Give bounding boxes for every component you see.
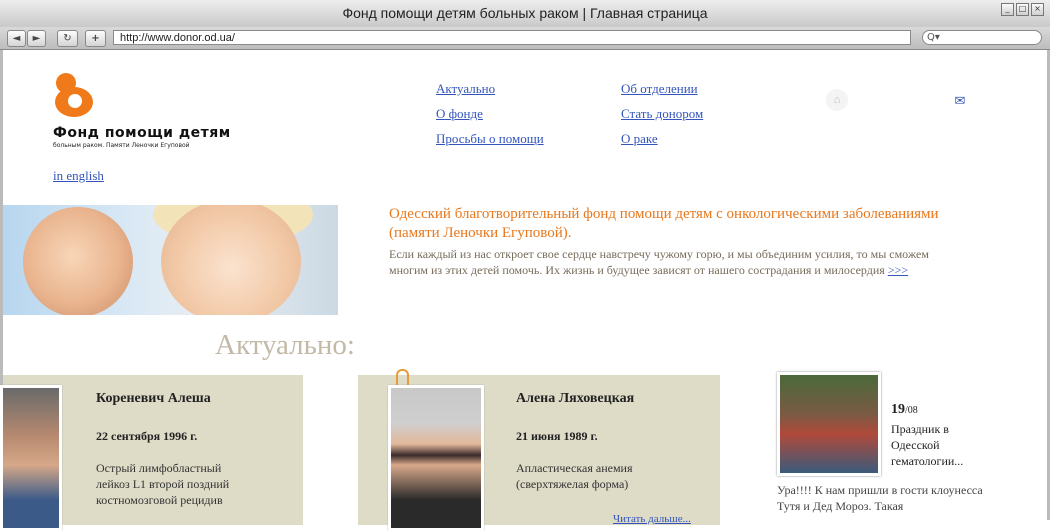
patient-photo[interactable] [0,385,62,531]
section-title: Актуально: [215,329,355,361]
patient-name[interactable]: Алена Ляховецкая [516,391,634,407]
url-input[interactable]: http://www.donor.od.ua/ [113,30,911,45]
news-text: Ура!!!! К нам пришли в гости клоунесса Т… [777,483,983,513]
search-input[interactable]: Q▾ [922,30,1042,45]
logo-title[interactable]: Фонд помощи детям [53,125,231,141]
hero-image [3,205,338,315]
forward-button[interactable]: ► [27,30,46,47]
logo-subtitle: больным раком. Памяти Леночки Егуповой [53,142,190,149]
home-icon[interactable]: ⌂ [826,89,848,111]
patient-birthdate: 21 июня 1989 г. [516,429,598,443]
add-bookmark-button[interactable]: + [85,30,106,47]
news-photo[interactable] [777,372,881,476]
english-link[interactable]: in english [53,168,104,184]
minimize-button[interactable]: _ [1001,3,1014,16]
nav-column-1: Актуально О фонде Просьбы о помощи [436,76,544,151]
news-month: /08 [905,405,918,416]
nav-link-about-cancer[interactable]: О раке [621,131,658,146]
intro-body: Если каждый из нас откроет свое сердце н… [389,247,929,277]
patient-card[interactable]: Алена Ляховецкая 21 июня 1989 г. Апласти… [358,369,725,531]
child-photo-1 [23,207,133,315]
read-more-link[interactable]: Читать дальше... [613,513,691,525]
intro-more-link[interactable]: >>> [888,263,908,277]
intro-title: Одесский благотворительный фонд помощи д… [389,206,939,241]
nav-link-actual[interactable]: Актуально [436,81,495,96]
intro-text: Если каждый из нас откроет свое сердце н… [389,246,949,278]
close-button[interactable]: × [1031,3,1044,16]
nav-link-become-donor[interactable]: Стать донором [621,106,703,121]
news-date: 19/08 [891,402,918,418]
news-headline[interactable]: Праздник в Одесской гематологии... [891,421,991,469]
reload-button[interactable]: ↻ [57,30,78,47]
child-photo-2 [161,205,301,315]
web-page: Фонд помощи детям больным раком. Памяти … [0,50,1050,531]
maximize-button[interactable]: □ [1016,3,1029,16]
nav-column-2: Об отделении Стать донором О раке [621,76,703,151]
browser-toolbar: ◄ ► ↻ + http://www.donor.od.ua/ Q▾ [0,27,1050,50]
window-titlebar: Фонд помощи детям больных раком | Главна… [0,0,1050,28]
window-controls: _ □ × [1001,3,1044,16]
nav-link-about-fund[interactable]: О фонде [436,106,483,121]
patient-name[interactable]: Кореневич Алеша [96,391,211,407]
nav-link-about-department[interactable]: Об отделении [621,81,698,96]
window-title: Фонд помощи детям больных раком | Главна… [342,5,708,21]
nav-link-help-requests[interactable]: Просьбы о помощи [436,131,544,146]
news-day: 19 [891,402,905,417]
patient-diagnosis: Острый лимфобластный лейкоз L1 второй по… [96,461,230,507]
patient-card[interactable]: Кореневич Алеша 22 сентября 1996 г. Остр… [0,375,308,531]
patient-birthdate: 22 сентября 1996 г. [96,429,198,443]
back-button[interactable]: ◄ [7,30,26,47]
mail-icon[interactable]: ✉ [949,90,971,112]
patient-photo[interactable] [388,385,484,531]
patient-diagnosis: Апластическая анемия (сверхтяжелая форма… [516,461,633,491]
